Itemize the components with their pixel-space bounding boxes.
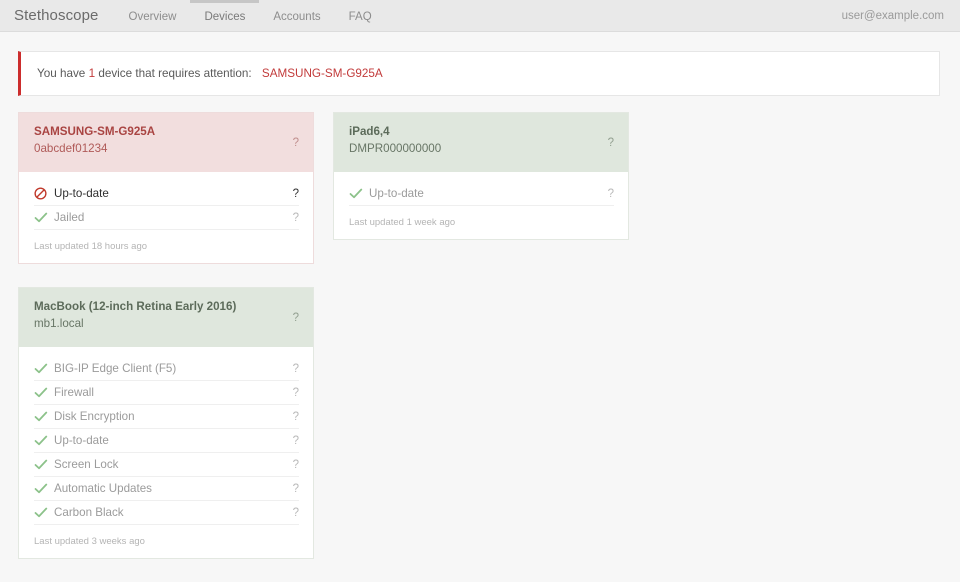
check-help-icon[interactable]: ? — [293, 483, 299, 495]
check-label: Jailed — [54, 211, 85, 224]
device-identifier: 0abcdef01234 — [34, 142, 108, 155]
device-name: MacBook (12-inch Retina Early 2016) — [34, 300, 237, 313]
check-row[interactable]: Up-to-date ? — [34, 182, 299, 206]
check-row[interactable]: Screen Lock ? — [34, 453, 299, 477]
last-updated: Last updated 18 hours ago — [34, 241, 148, 252]
device-check-list: Up-to-date ? Last updated 1 week ago — [334, 172, 628, 239]
device-help-icon[interactable]: ? — [293, 312, 299, 324]
check-label: Up-to-date — [369, 187, 424, 200]
nav-link-overview[interactable]: Overview — [115, 0, 191, 31]
check-icon — [34, 411, 52, 423]
check-label: BIG-IP Edge Client (F5) — [54, 362, 177, 375]
check-help-icon[interactable]: ? — [293, 387, 299, 399]
check-label: Automatic Updates — [54, 482, 152, 495]
check-row[interactable]: BIG-IP Edge Client (F5) ? — [34, 357, 299, 381]
device-header-text: iPad6,4 DMPR000000000 — [349, 124, 441, 157]
check-help-icon[interactable]: ? — [293, 459, 299, 471]
check-row[interactable]: Jailed ? — [34, 206, 299, 230]
attention-alert: You have 1 device that requires attentio… — [18, 51, 940, 96]
alert-device-link[interactable]: SAMSUNG-SM-G925A — [262, 67, 383, 80]
device-header-text: MacBook (12-inch Retina Early 2016) mb1.… — [34, 299, 236, 332]
check-label: Up-to-date — [54, 187, 109, 200]
alert-middle-text: device that requires attention: — [95, 67, 255, 80]
device-identifier: DMPR000000000 — [349, 142, 442, 155]
card-column-1: SAMSUNG-SM-G925A 0abcdef01234 ? Up-to-da… — [18, 112, 333, 582]
top-navbar: Stethoscope Overview Devices Accounts FA… — [0, 0, 960, 32]
device-card-macbook[interactable]: MacBook (12-inch Retina Early 2016) mb1.… — [18, 287, 314, 559]
nav-link-faq[interactable]: FAQ — [335, 0, 386, 31]
check-help-icon[interactable]: ? — [293, 435, 299, 447]
brand-logo[interactable]: Stethoscope — [0, 0, 115, 31]
device-card-grid: SAMSUNG-SM-G925A 0abcdef01234 ? Up-to-da… — [0, 96, 960, 582]
check-label: Carbon Black — [54, 506, 124, 519]
device-name: iPad6,4 — [349, 125, 390, 138]
check-row[interactable]: Firewall ? — [34, 381, 299, 405]
device-name: SAMSUNG-SM-G925A — [34, 125, 156, 138]
check-row[interactable]: Up-to-date ? — [34, 429, 299, 453]
nav-links: Overview Devices Accounts FAQ — [115, 0, 386, 31]
device-help-icon[interactable]: ? — [608, 137, 614, 149]
card-column-2: iPad6,4 DMPR000000000 ? Up-to-date ? Las… — [333, 112, 648, 582]
alert-prefix: You have — [37, 67, 89, 80]
device-card-ipad[interactable]: iPad6,4 DMPR000000000 ? Up-to-date ? Las… — [333, 112, 629, 240]
check-icon — [34, 363, 52, 375]
last-updated: Last updated 1 week ago — [349, 217, 456, 228]
device-card-header: iPad6,4 DMPR000000000 ? — [334, 113, 628, 172]
nav-link-accounts[interactable]: Accounts — [259, 0, 334, 31]
check-row[interactable]: Automatic Updates ? — [34, 477, 299, 501]
device-help-icon[interactable]: ? — [293, 137, 299, 149]
check-label: Firewall — [54, 386, 94, 399]
alert-message: You have 1 device that requires attentio… — [21, 67, 383, 80]
device-check-list: BIG-IP Edge Client (F5) ? Firewall ? Dis… — [19, 347, 313, 558]
nav-link-devices[interactable]: Devices — [190, 0, 260, 31]
check-icon — [34, 387, 52, 399]
check-row[interactable]: Disk Encryption ? — [34, 405, 299, 429]
check-icon — [34, 459, 52, 471]
check-icon — [34, 212, 52, 224]
check-row[interactable]: Up-to-date ? — [349, 182, 614, 206]
check-icon — [34, 483, 52, 495]
check-help-icon[interactable]: ? — [293, 363, 299, 375]
check-label: Disk Encryption — [54, 410, 135, 423]
check-row[interactable]: Carbon Black ? — [34, 501, 299, 525]
last-updated: Last updated 3 weeks ago — [34, 536, 145, 547]
device-card-samsung[interactable]: SAMSUNG-SM-G925A 0abcdef01234 ? Up-to-da… — [18, 112, 314, 264]
check-icon — [349, 188, 367, 200]
check-label: Screen Lock — [54, 458, 119, 471]
check-help-icon[interactable]: ? — [293, 507, 299, 519]
device-identifier: mb1.local — [34, 317, 84, 330]
page-content: You have 1 device that requires attentio… — [0, 51, 960, 582]
prohibited-icon — [34, 187, 52, 200]
check-icon — [34, 507, 52, 519]
check-help-icon[interactable]: ? — [293, 212, 299, 224]
device-check-list: Up-to-date ? Jailed ? Last updated 18 ho… — [19, 172, 313, 263]
user-email[interactable]: user@example.com — [842, 0, 960, 31]
check-help-icon[interactable]: ? — [293, 188, 299, 200]
check-help-icon[interactable]: ? — [608, 188, 614, 200]
device-card-header: MacBook (12-inch Retina Early 2016) mb1.… — [19, 288, 313, 347]
check-help-icon[interactable]: ? — [293, 411, 299, 423]
check-icon — [34, 435, 52, 447]
device-header-text: SAMSUNG-SM-G925A 0abcdef01234 — [34, 124, 155, 157]
check-label: Up-to-date — [54, 434, 109, 447]
device-card-header: SAMSUNG-SM-G925A 0abcdef01234 ? — [19, 113, 313, 172]
